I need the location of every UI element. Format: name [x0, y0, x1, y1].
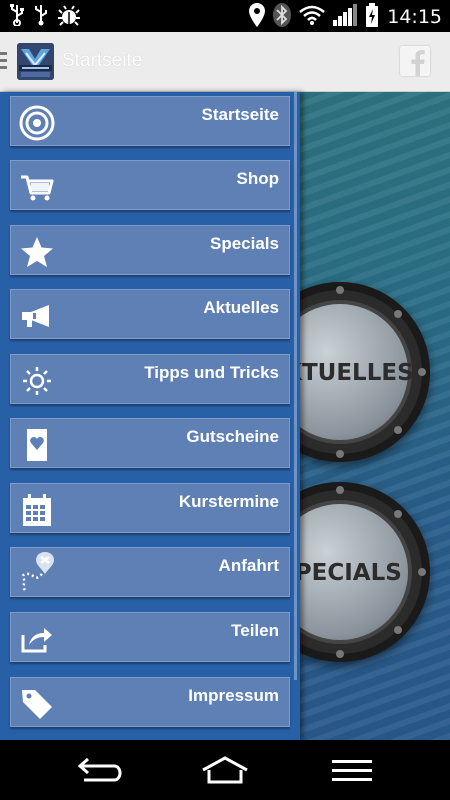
page-title: Startseite: [62, 50, 143, 71]
menu-item-label: Kurstermine: [178, 492, 279, 511]
location-icon: [249, 3, 266, 31]
menu-item-impressum[interactable]: Impressum: [10, 677, 290, 727]
menu-item-label: Startseite: [201, 105, 279, 124]
sun-icon: [19, 363, 55, 399]
megaphone-icon: [19, 298, 55, 334]
home-icon[interactable]: [195, 754, 255, 788]
menu-item-label: Impressum: [188, 686, 279, 705]
card-heart-icon: [19, 427, 55, 463]
action-bar: Startseite: [0, 32, 450, 92]
menu-item-kurstermine[interactable]: Kurstermine: [10, 483, 290, 533]
bug-icon: [58, 4, 80, 30]
drawer-scrollbar[interactable]: [294, 92, 297, 680]
usb-icon: [10, 4, 24, 30]
menu-item-label: Teilen: [231, 621, 279, 640]
menu-item-specials[interactable]: Specials: [10, 225, 290, 275]
back-icon[interactable]: [70, 754, 130, 788]
menu-item-label: Tipps und Tricks: [144, 363, 279, 382]
target-icon: [19, 105, 55, 141]
signal-icon: [333, 4, 358, 30]
menu-item-shop[interactable]: Shop: [10, 160, 290, 210]
system-navigation-bar: [0, 740, 450, 800]
usb-icon: [34, 4, 48, 30]
menu-item-anfahrt[interactable]: Anfahrt: [10, 547, 290, 597]
drawer-indicator-icon[interactable]: [0, 52, 7, 73]
clock: 14:15: [387, 6, 442, 28]
menu-item-gutscheine[interactable]: Gutscheine: [10, 418, 290, 468]
star-icon: [19, 234, 55, 270]
bluetooth-icon: [273, 3, 292, 31]
map-route-icon: [19, 550, 59, 594]
menu-item-aktuelles[interactable]: Aktuelles: [10, 289, 290, 339]
menu-item-label: Specials: [210, 234, 279, 253]
menu-item-label: Aktuelles: [203, 298, 279, 317]
cart-icon: [19, 169, 55, 205]
menu-item-label: Gutscheine: [186, 427, 279, 446]
menu-item-teilen[interactable]: Teilen: [10, 612, 290, 662]
status-bar: 14:15: [0, 0, 450, 32]
app-logo[interactable]: [17, 43, 54, 80]
navigation-drawer: Startseite Shop Specials Aktuelles Tipps…: [0, 92, 300, 740]
tag-icon: [19, 686, 55, 722]
calendar-icon: [19, 492, 55, 528]
facebook-icon[interactable]: [400, 46, 430, 76]
wifi-icon: [299, 5, 326, 29]
menu-item-label: Shop: [236, 169, 280, 188]
menu-icon[interactable]: [322, 754, 382, 788]
share-icon: [19, 621, 55, 657]
menu-item-label: Anfahrt: [218, 556, 279, 575]
menu-item-startseite[interactable]: Startseite: [10, 96, 290, 146]
menu-item-tipps-und-tricks[interactable]: Tipps und Tricks: [10, 354, 290, 404]
battery-charging-icon: [365, 3, 379, 31]
